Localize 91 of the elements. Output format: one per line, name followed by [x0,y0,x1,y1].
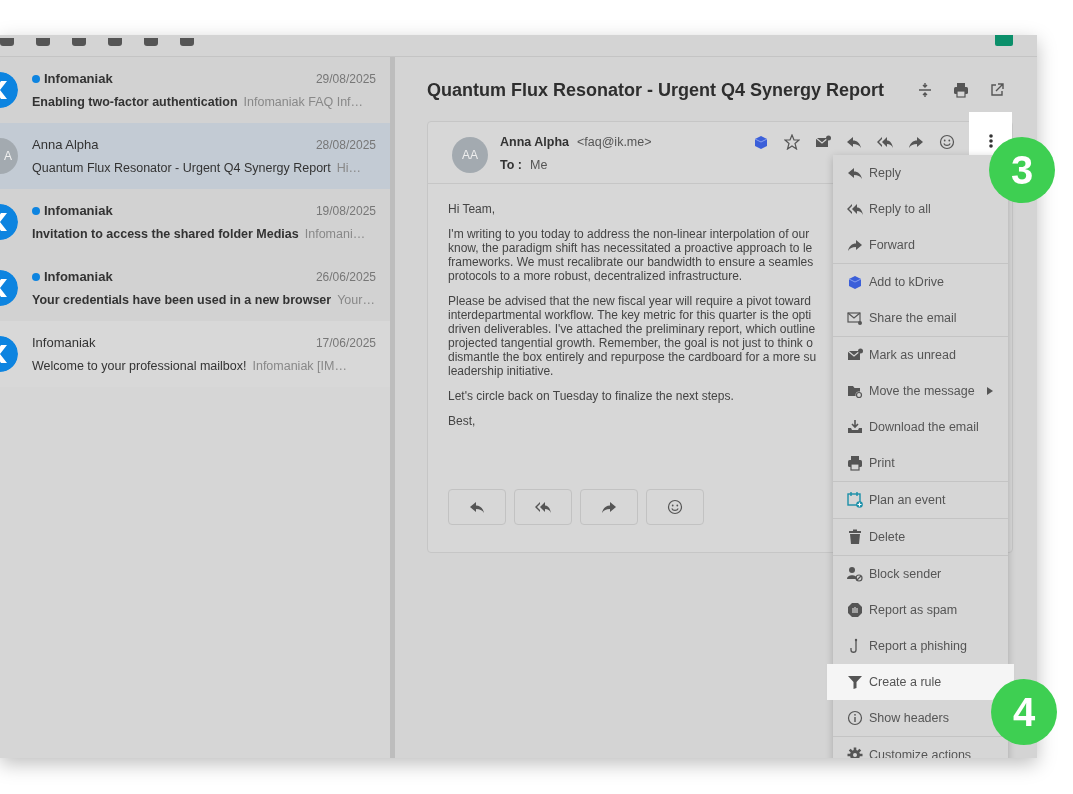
envelope-icon [815,134,831,150]
menu-item[interactable]: Show headers [833,700,957,736]
menu-item[interactable]: Forward [833,227,923,263]
menu-item[interactable]: Create a rule [827,664,1014,700]
star-icon [784,134,800,150]
unread-dot [32,206,40,215]
mail-date: 28/08/2025 [315,137,376,152]
mail-subject: Quantum Flux Resonator - Urgent Q4 Synergy Report [32,161,331,175]
print-icon [847,455,863,471]
envelope-share-icon [847,310,863,326]
mail-subject: Invitation to access the shared folder Medias [32,227,299,241]
toolbar-icon[interactable] [0,38,14,46]
mail-subject: Welcome to your professional mailbox! [32,359,247,373]
menu-item[interactable]: Block sender [833,556,950,592]
menu-item[interactable]: Reply [833,155,909,191]
reply-icon [847,165,863,181]
unread-dot [32,272,40,281]
menu-item[interactable]: Reply to all [833,191,939,227]
sender-email: <faq@ik.me> [577,135,652,149]
app-icon[interactable] [995,35,1013,46]
envelope-icon [847,347,863,363]
trash-icon [847,529,863,545]
mail-row[interactable]: Infomaniak 26/06/2025 Your credentials have been used in a new browser Your… [0,255,390,321]
menu-item[interactable]: Report as spam [833,592,966,628]
forward-icon [908,134,924,150]
reply-icon [846,134,862,150]
menu-item[interactable]: Print [833,445,903,481]
reply-button[interactable] [448,489,506,525]
sender-name: Infomaniak [32,335,96,350]
sender-name: Infomaniak [44,71,113,86]
body-paragraph: Please be advised that the new fiscal year will require a pivot toward interdepartmental workflow. The key metric for this quarter is the opti driven deliverables. I've attached the preliminary report, which outline projected tangential growth. Remember, the goal is not just to think o dismantle the box entirely and repurpose the cardboard for a more su leadership initiative. [448,294,817,378]
smiley-icon [939,134,955,150]
avatar: AA [452,137,488,173]
forward-icon [601,499,617,515]
mail-subject: Enabling two-factor authentication [32,95,238,109]
toolbar-icon[interactable] [144,38,158,46]
body-paragraph: Let's circle back on Tuesday to finalize the next steps. [448,389,734,403]
calendar-add-icon [847,492,863,508]
mail-subject: Your credentials have been used in a new browser [32,293,332,307]
toolbar-icon[interactable] [180,38,194,46]
mail-date: 19/08/2025 [315,203,376,218]
sender-name: Anna Alpha [500,135,569,149]
toolbar-icon[interactable] [72,38,86,46]
download-icon [847,419,863,435]
to-label: To : [500,158,522,172]
body-paragraph: I'm writing to you today to address the non-linear interpolation of our know, the paradigm shift has necessitated a proactive approach to le frameworks. We must recalibrate our bandwidth to ensure a seamles protocols to a more robust, decentralized infrastructure. [448,227,814,283]
mail-date: 26/06/2025 [315,269,376,284]
mail-preview: Hi… [336,161,362,175]
menu-item[interactable]: Report a phishing [833,628,975,664]
forward-icon [847,237,863,253]
menu-item[interactable]: Share the email [833,300,965,336]
reply-icon [469,499,485,515]
menu-item[interactable]: Move the message [833,373,1001,409]
greeting: Hi Team, [448,202,496,216]
external-link-icon [989,82,1005,98]
mail-row[interactable]: Infomaniak 29/08/2025 Enabling two-factor authentication Infomaniak FAQ Inf… [0,57,390,123]
message-subject: Quantum Flux Resonator - Urgent Q4 Synergy Report [427,79,886,101]
recipient: Me [530,158,548,172]
sender-name: Anna Alpha [32,137,99,152]
toolbar-icon[interactable] [36,38,50,46]
sender-name: Infomaniak [44,269,113,284]
print-icon [953,82,969,98]
octagon-icon [847,602,863,618]
info-icon [847,710,863,726]
sender-name: Infomaniak [44,203,113,218]
unread-dot [32,74,40,83]
reply-all-button[interactable] [514,489,572,525]
forward-button[interactable] [580,489,638,525]
more-icon [988,134,993,148]
mail-row[interactable]: A Anna Alpha 28/08/2025 Quantum Flux Resonator - Urgent Q4 Synergy Report Hi… [0,123,390,189]
mail-preview: Infomaniak [IM… [252,359,347,373]
menu-item[interactable]: Download the email [833,409,987,445]
menu-item[interactable]: Add to kDrive [833,264,953,300]
mail-preview: Infomaniak FAQ Inf… [243,95,364,109]
menu-item[interactable]: Mark as unread [833,337,964,373]
mail-row[interactable]: Infomaniak 19/08/2025 Invitation to access the shared folder Medias Infomani… [0,189,390,255]
menu-item[interactable]: Delete [833,519,914,555]
mail-preview: Infomani… [304,227,366,241]
reaction-button[interactable] [646,489,704,525]
collapse-icon [917,82,933,98]
filter-icon [847,674,863,690]
menu-item[interactable]: Plan an event [833,482,954,518]
person-block-icon [847,566,863,582]
mail-date: 17/06/2025 [315,335,376,350]
mail-date: 29/08/2025 [315,71,376,86]
folder-move-icon [847,383,863,399]
smiley-icon [667,499,683,515]
toolbar-icon[interactable] [108,38,122,46]
avatar: A [0,138,18,174]
body-paragraph: Best, [448,414,476,428]
mail-preview: Your… [337,293,375,307]
